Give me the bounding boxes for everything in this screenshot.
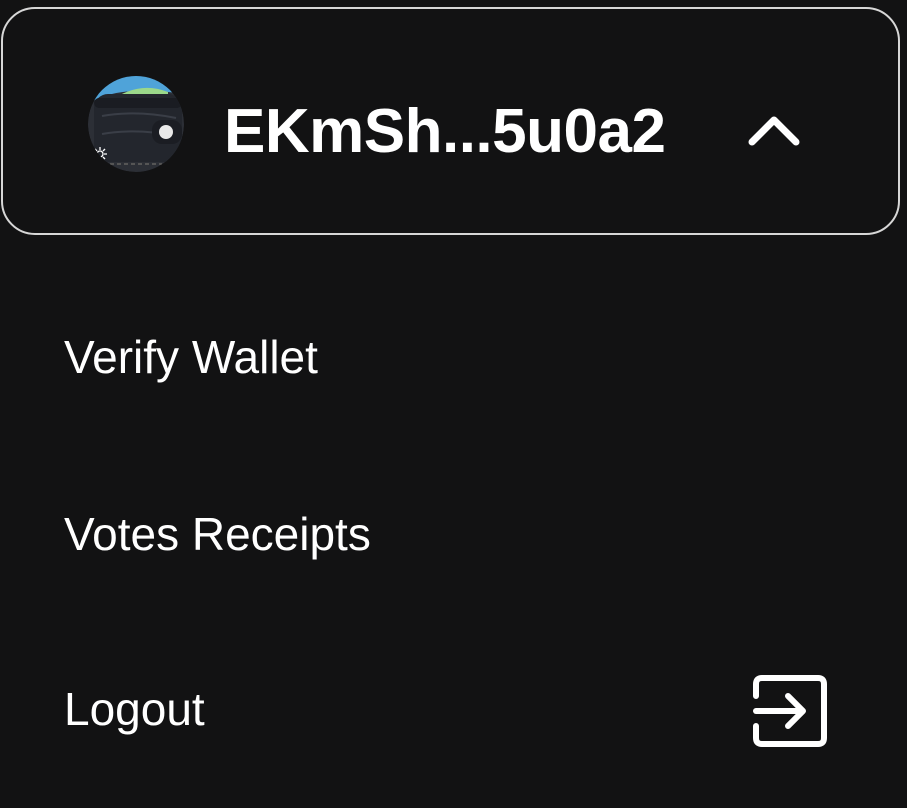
menu-item-logout[interactable]: Logout: [0, 634, 907, 784]
wallet-address: EKmSh...5u0a2: [224, 97, 666, 166]
chevron-up-icon[interactable]: [748, 112, 800, 148]
wallet-toggle-button[interactable]: EKmSh...5u0a2: [1, 7, 900, 235]
menu-item-votes-receipts[interactable]: Votes Receipts: [0, 459, 907, 609]
menu-item-label: Logout: [64, 683, 205, 735]
menu-item-label: Verify Wallet: [64, 331, 318, 383]
menu-item-verify-wallet[interactable]: Verify Wallet: [0, 282, 907, 432]
menu-item-label: Votes Receipts: [64, 508, 371, 560]
wallet-dropdown-menu: EKmSh...5u0a2 Verify Wallet Votes Receip…: [0, 0, 907, 808]
logout-icon: [752, 674, 828, 748]
wallet-avatar-icon: [88, 76, 184, 172]
